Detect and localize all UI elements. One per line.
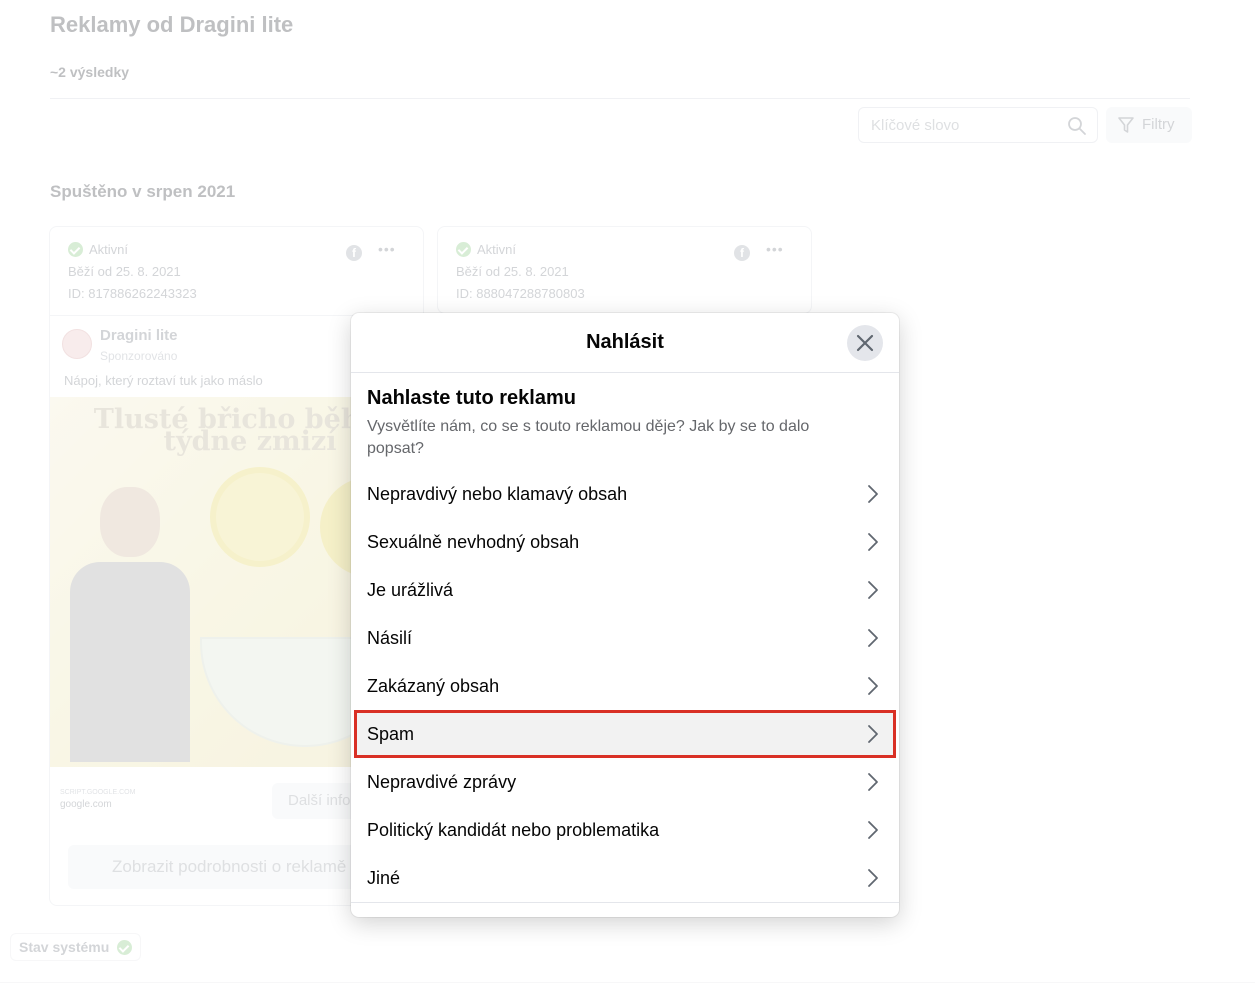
- chevron-right-icon: [868, 533, 878, 551]
- close-button[interactable]: [847, 325, 883, 361]
- report-dialog: Nahlásit Nahlaste tuto reklamu Vysvětlít…: [351, 313, 899, 917]
- report-option-label: Nepravdivé zprávy: [367, 771, 517, 792]
- report-option[interactable]: Je urážlivá: [351, 566, 899, 614]
- report-option-label: Jiné: [367, 867, 401, 888]
- dialog-description: Vysvětlíte nám, co se s touto reklamou d…: [367, 418, 810, 457]
- report-option-label: Násilí: [367, 627, 413, 648]
- chevron-right-icon: [868, 821, 878, 839]
- report-option-label: Spam: [367, 723, 415, 744]
- close-icon: [856, 334, 874, 352]
- report-option[interactable]: Sexuálně nevhodný obsah: [351, 518, 899, 566]
- dialog-heading: Nahlaste tuto reklamu: [367, 387, 576, 409]
- report-option-spam[interactable]: Spam: [354, 710, 896, 758]
- report-option[interactable]: Nepravdivé zprávy: [351, 758, 899, 806]
- chevron-right-icon: [868, 629, 878, 647]
- report-option[interactable]: Politický kandidát nebo problematika: [351, 806, 899, 854]
- report-options-list: Nepravdivý nebo klamavý obsah Sexuálně n…: [351, 470, 899, 902]
- report-option-label: Nepravdivý nebo klamavý obsah: [367, 483, 628, 504]
- report-option-label: Politický kandidát nebo problematika: [367, 819, 660, 840]
- chevron-right-icon: [868, 725, 878, 743]
- report-option-label: Zakázaný obsah: [367, 675, 500, 696]
- report-option-label: Sexuálně nevhodný obsah: [367, 531, 580, 552]
- report-option-label: Je urážlivá: [367, 579, 454, 600]
- report-option[interactable]: Násilí: [351, 614, 899, 662]
- report-option[interactable]: Nepravdivý nebo klamavý obsah: [351, 470, 899, 518]
- report-option[interactable]: Zakázaný obsah: [351, 662, 899, 710]
- dialog-body: Nahlaste tuto reklamu Vysvětlíte nám, co…: [351, 373, 899, 460]
- chevron-right-icon: [868, 485, 878, 503]
- chevron-right-icon: [868, 581, 878, 599]
- report-option[interactable]: Jiné: [351, 854, 899, 902]
- chevron-right-icon: [868, 869, 878, 887]
- chevron-right-icon: [868, 773, 878, 791]
- divider: [351, 902, 899, 903]
- dialog-title: Nahlásit: [586, 331, 664, 353]
- dialog-header: Nahlásit: [351, 313, 899, 373]
- chevron-right-icon: [868, 677, 878, 695]
